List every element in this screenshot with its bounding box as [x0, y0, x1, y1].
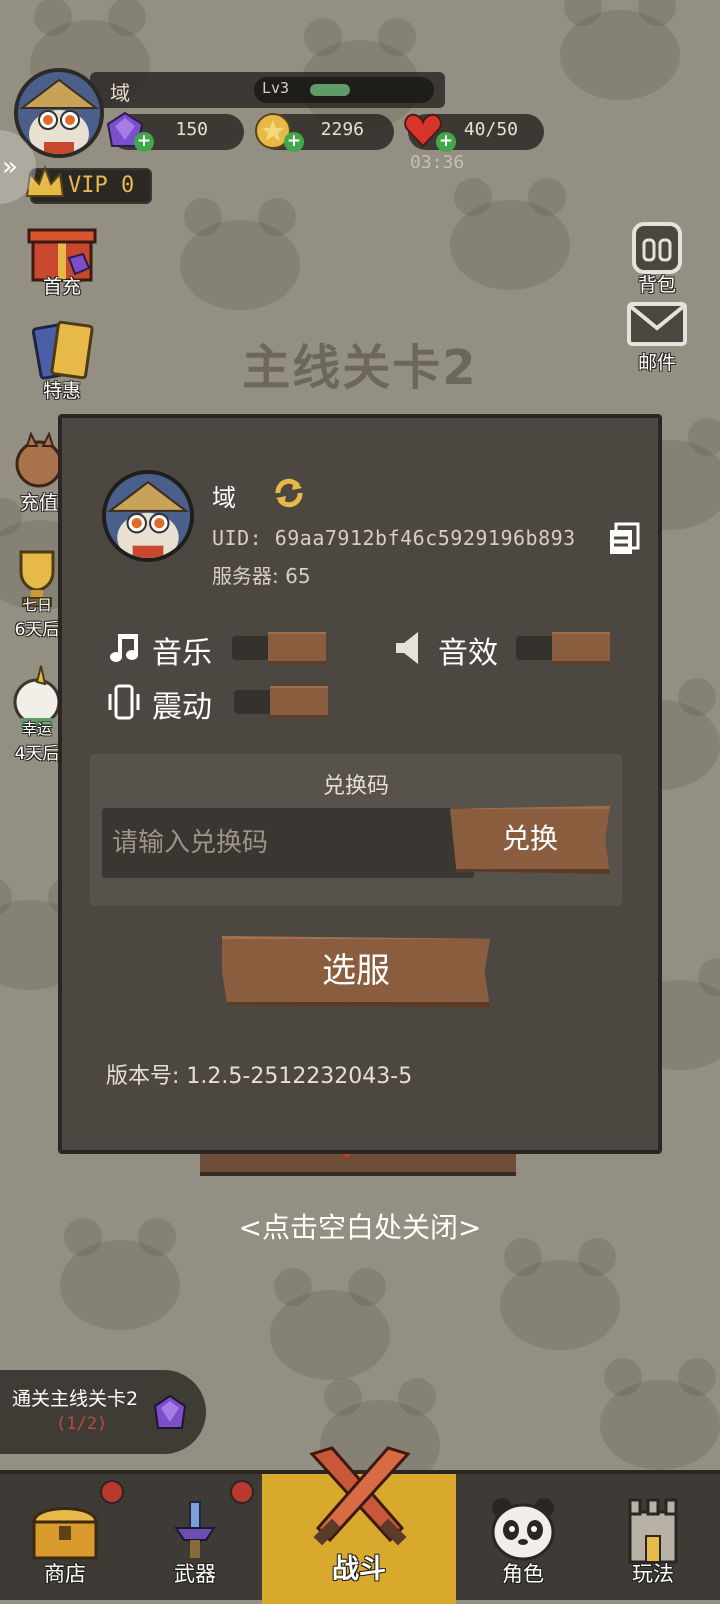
- nav-label: 战斗: [332, 1554, 386, 1585]
- vip-label: VIP 0: [68, 173, 135, 198]
- gold-value: 2296: [320, 119, 364, 140]
- vibration-setting: 震动: [106, 680, 328, 725]
- redeem-section: 兑换码 兑换: [90, 754, 622, 906]
- nav-label: 角色: [502, 1562, 544, 1586]
- music-setting: 音乐: [106, 626, 326, 671]
- select-server-button[interactable]: 选服: [222, 936, 490, 1008]
- vibration-label: 震动: [152, 690, 212, 725]
- uid-text: UID: 69aa7912bf46c5929196b893: [212, 526, 576, 550]
- server-text: 服务器: 65: [212, 564, 311, 588]
- switch-account-icon[interactable]: [272, 476, 306, 510]
- nav-battle[interactable]: 战斗: [262, 1446, 456, 1604]
- vibration-slider[interactable]: [234, 686, 328, 718]
- double-chevron-icon: »: [2, 152, 18, 182]
- vip-badge[interactable]: VIP 0: [25, 165, 152, 204]
- bottom-nav: 商店 武器 战斗 角色 玩法: [0, 1446, 720, 1604]
- nav-character[interactable]: 角色: [458, 1474, 588, 1604]
- notification-dot: [100, 1480, 124, 1504]
- redeem-code-input[interactable]: [102, 808, 474, 878]
- stamina-timer: 03:36: [410, 152, 465, 173]
- crossed-swords-icon: [309, 1446, 411, 1546]
- settings-panel: 域 UID: 69aa7912bf46c5929196b893 服务器: 65 …: [58, 414, 662, 1154]
- panel-avatar: [102, 470, 194, 562]
- side-item-label: 首充: [42, 276, 81, 298]
- redeem-button[interactable]: 兑换: [450, 806, 610, 874]
- copy-icon[interactable]: [608, 522, 640, 556]
- vibration-icon: [108, 684, 140, 720]
- nav-label: 玩法: [632, 1562, 674, 1586]
- slider-knob[interactable]: [270, 686, 328, 718]
- gem-counter[interactable]: + 150: [106, 111, 244, 152]
- level-bar: Lv3: [254, 77, 434, 103]
- level-progress-fill: [310, 84, 350, 96]
- music-note-icon: [110, 634, 138, 662]
- slider-knob[interactable]: [552, 632, 610, 664]
- bag-button[interactable]: 背包: [622, 214, 692, 297]
- backpack-icon: [632, 222, 682, 274]
- nav-gameplay[interactable]: 玩法: [588, 1474, 718, 1604]
- bag-label: 背包: [637, 274, 676, 296]
- castle-tower-icon: [628, 1498, 678, 1564]
- redeem-title: 兑换码: [322, 774, 389, 799]
- notification-dot: [230, 1480, 254, 1504]
- quest-title: 通关主线关卡2: [12, 1388, 139, 1410]
- slider-knob[interactable]: [268, 632, 326, 664]
- music-label: 音乐: [152, 636, 212, 671]
- close-hint[interactable]: <点击空白处关闭>: [0, 1206, 720, 1246]
- music-slider[interactable]: [232, 632, 326, 664]
- gem-value: 150: [175, 119, 208, 140]
- add-gold-icon[interactable]: +: [284, 132, 304, 152]
- weapon-icon: [174, 1501, 216, 1558]
- quest-progress: (1/2): [56, 1414, 108, 1434]
- side-item-first-recharge[interactable]: 首充: [14, 214, 110, 299]
- sfx-slider[interactable]: [516, 632, 610, 664]
- player-name: 域: [110, 81, 130, 105]
- add-gems-icon[interactable]: +: [134, 132, 154, 152]
- panel-player-name: 域: [212, 484, 236, 512]
- gem-icon: [153, 1394, 187, 1429]
- stamina-counter[interactable]: + 40/50: [404, 113, 544, 152]
- panda-icon: [491, 1498, 555, 1561]
- sfx-setting: 音效: [392, 626, 612, 671]
- gold-counter[interactable]: + 2296: [255, 113, 394, 152]
- sfx-label: 音效: [438, 636, 498, 671]
- version-text: 版本号: 1.2.5-2512232043-5: [106, 1064, 413, 1089]
- add-stamina-icon[interactable]: +: [436, 132, 456, 152]
- stage-title: 主线关卡2: [242, 340, 478, 396]
- nav-label: 商店: [44, 1562, 86, 1586]
- quest-tracker[interactable]: 通关主线关卡2 (1/2): [0, 1370, 206, 1454]
- treasure-chest-icon: [32, 1507, 98, 1560]
- stamina-value: 40/50: [463, 119, 518, 140]
- level-label: Lv3: [262, 79, 290, 97]
- speaker-icon: [396, 632, 418, 664]
- player-name-bar: 域 Lv3: [90, 72, 445, 108]
- nav-label: 武器: [174, 1562, 216, 1586]
